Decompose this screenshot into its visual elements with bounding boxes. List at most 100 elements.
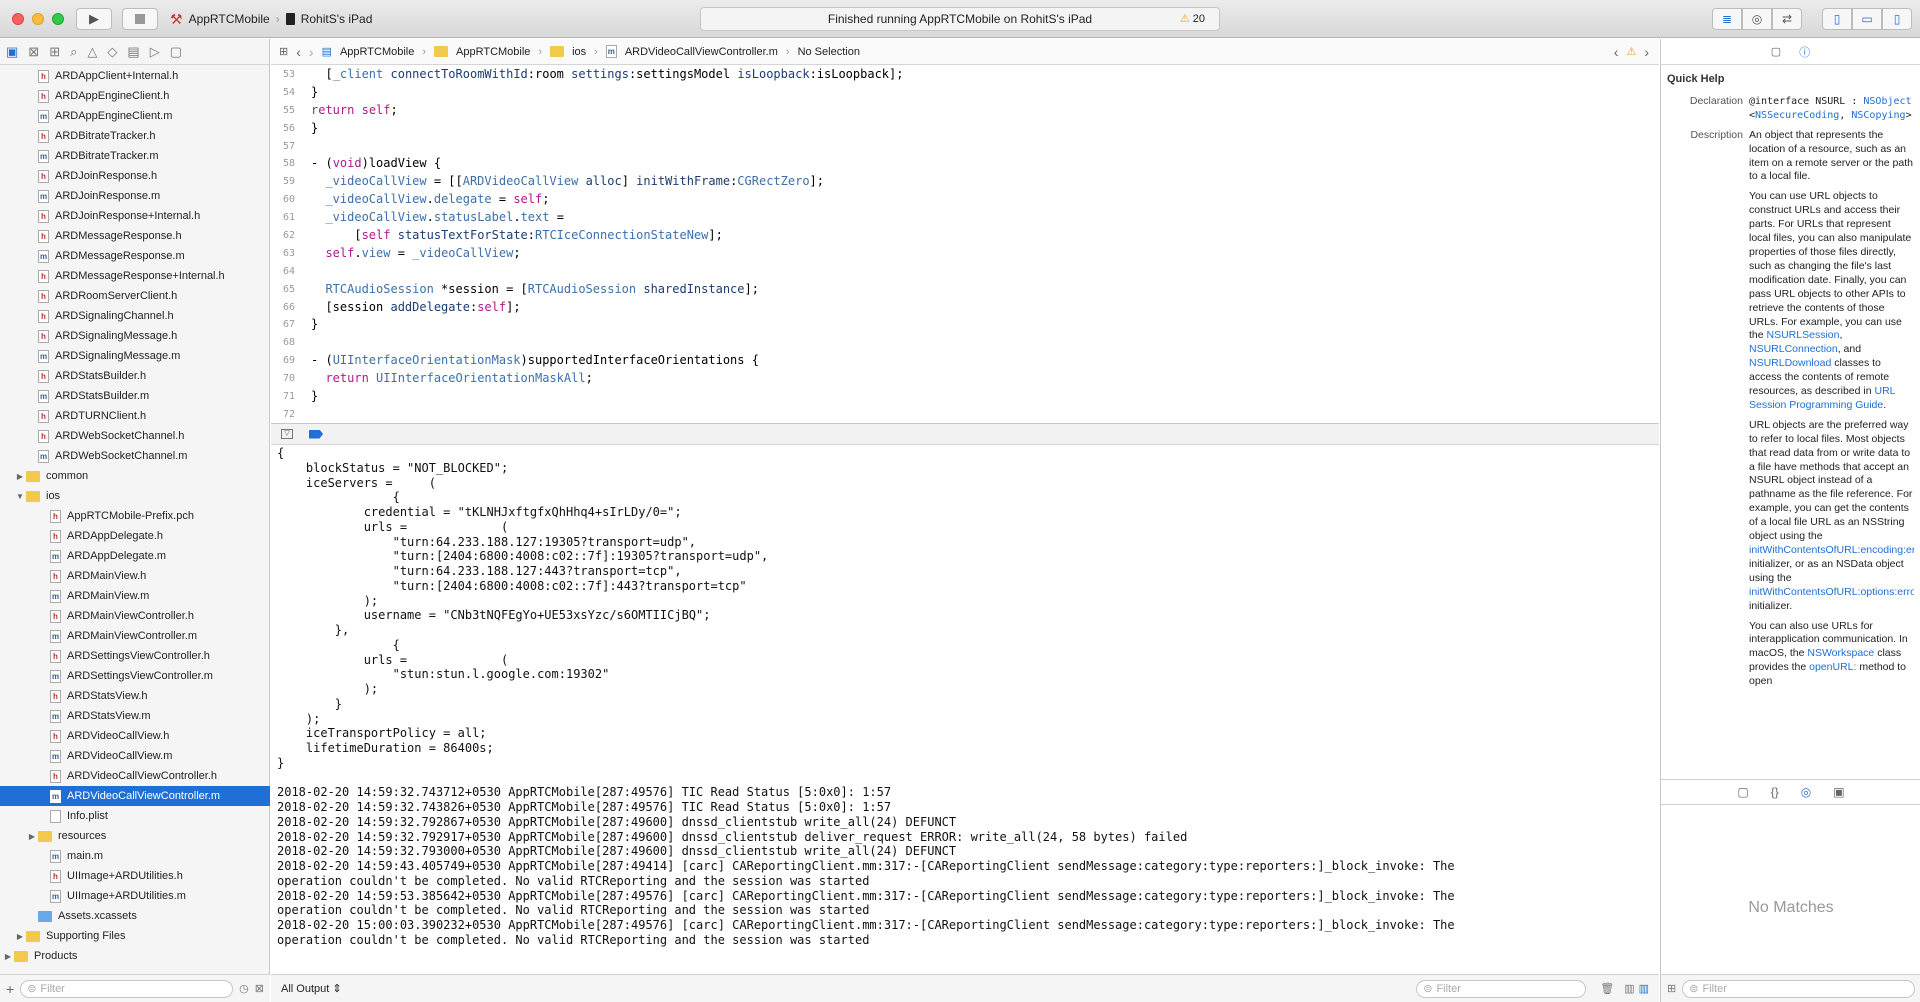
scheme-selector[interactable]: ⚒ AppRTCMobile › RohitS's iPad <box>170 9 372 29</box>
file-item[interactable]: m ARDMessageResponse.m <box>0 246 270 266</box>
output-selector[interactable]: All Output ⇕ <box>281 982 342 995</box>
line-number[interactable]: 64 <box>271 263 303 281</box>
code-snippet-icon[interactable]: {} <box>1771 785 1779 799</box>
related-items-icon[interactable]: ⊞ <box>279 45 288 58</box>
line-number[interactable]: 71 <box>271 388 303 406</box>
close-window-button[interactable] <box>12 13 24 25</box>
navigator-filter-field[interactable]: ⊜ Filter <box>20 979 234 998</box>
line-number[interactable]: 57 <box>271 138 303 156</box>
line-number[interactable]: 63 <box>271 245 303 263</box>
file-item[interactable]: m ARDVideoCallViewController.m <box>0 786 270 806</box>
code-line[interactable]: 58 - (void)loadView { <box>271 155 1659 173</box>
source-control-icon[interactable]: ⊠ <box>28 44 39 60</box>
search-icon[interactable]: ⌕ <box>70 44 77 60</box>
split-right-icon[interactable]: ▥ <box>1639 982 1649 995</box>
file-item[interactable]: m ARDStatsView.m <box>0 706 270 726</box>
file-item[interactable]: m ARDWebSocketChannel.m <box>0 446 270 466</box>
next-issue-icon[interactable]: › <box>1644 44 1659 60</box>
debug-area-toggle-icon[interactable]: ▭ <box>1852 8 1882 30</box>
file-item[interactable]: h ARDWebSocketChannel.h <box>0 426 270 446</box>
code-line[interactable]: 54} <box>271 84 1659 102</box>
code-line[interactable]: 56} <box>271 120 1659 138</box>
code-line[interactable]: 71} <box>271 388 1659 406</box>
line-number[interactable]: 61 <box>271 209 303 227</box>
disclosure-open-icon[interactable]: ▼ <box>14 492 26 501</box>
file-item[interactable]: h ARDStatsView.h <box>0 686 270 706</box>
breadcrumb-selection[interactable]: No Selection <box>798 46 860 58</box>
breakpoint-icon[interactable]: ▷ <box>150 44 160 60</box>
file-item[interactable]: h ARDAppDelegate.h <box>0 526 270 546</box>
line-number[interactable]: 66 <box>271 299 303 317</box>
file-item[interactable]: m main.m <box>0 846 270 866</box>
line-number[interactable]: 67 <box>271 316 303 334</box>
file-item[interactable]: m ARDAppDelegate.m <box>0 546 270 566</box>
file-item[interactable]: h ARDMessageResponse.h <box>0 226 270 246</box>
file-item[interactable]: h ARDMainView.h <box>0 566 270 586</box>
line-number[interactable]: 65 <box>271 281 303 299</box>
file-item[interactable]: h ARDJoinResponse.h <box>0 166 270 186</box>
file-item[interactable]: h ARDVideoCallView.h <box>0 726 270 746</box>
test-icon[interactable]: ◇ <box>107 44 117 60</box>
code-line[interactable]: 72 <box>271 406 1659 422</box>
file-item[interactable]: h ARDTURNClient.h <box>0 406 270 426</box>
disclosure-closed-icon[interactable]: ▶ <box>14 472 26 481</box>
file-item[interactable]: h ARDSettingsViewController.h <box>0 646 270 666</box>
breadcrumb-folder[interactable]: ios <box>572 46 586 58</box>
back-icon[interactable]: ‹ <box>296 44 301 60</box>
code-line[interactable]: 53 [_client connectToRoomWithId:room set… <box>271 66 1659 84</box>
code-line[interactable]: 68 <box>271 334 1659 352</box>
code-line[interactable]: 70 return UIInterfaceOrientationMaskAll; <box>271 370 1659 388</box>
zoom-window-button[interactable] <box>52 13 64 25</box>
hide-debug-area-icon[interactable]: ▽ <box>281 429 293 439</box>
line-number[interactable]: 60 <box>271 191 303 209</box>
breadcrumb-group[interactable]: AppRTCMobile <box>456 46 530 58</box>
folder-item[interactable]: ▼ ios <box>0 486 270 506</box>
console-filter-field[interactable]: ⊜ Filter <box>1416 979 1587 998</box>
file-item[interactable]: h ARDStatsBuilder.h <box>0 366 270 386</box>
breadcrumb-file[interactable]: ARDVideoCallViewController.m <box>625 46 778 58</box>
file-item[interactable]: h ARDBitrateTracker.h <box>0 126 270 146</box>
run-button[interactable]: ▶ <box>76 8 112 30</box>
console-output[interactable]: { blockStatus = "NOT_BLOCKED"; iceServer… <box>271 446 1659 974</box>
issue-icon[interactable]: △ <box>87 44 97 60</box>
previous-issue-icon[interactable]: ‹ <box>1614 44 1619 60</box>
library-filter-field[interactable]: ⊜ Filter <box>1682 979 1915 998</box>
inspector-toggle-icon[interactable]: ▯ <box>1882 8 1912 30</box>
file-item[interactable]: m ARDSignalingMessage.m <box>0 346 270 366</box>
line-number[interactable]: 59 <box>271 173 303 191</box>
breakpoints-toggle-icon[interactable] <box>309 429 323 439</box>
standard-editor-icon[interactable]: ≣ <box>1712 8 1742 30</box>
code-line[interactable]: 65 RTCAudioSession *session = [RTCAudioS… <box>271 281 1659 299</box>
file-item[interactable]: h ARDSignalingMessage.h <box>0 326 270 346</box>
disclosure-closed-icon[interactable]: ▶ <box>2 952 14 961</box>
code-line[interactable]: 55 return self; <box>271 102 1659 120</box>
forward-icon[interactable]: › <box>309 44 314 60</box>
code-line[interactable]: 57 <box>271 138 1659 156</box>
file-item[interactable]: h UIImage+ARDUtilities.h <box>0 866 270 886</box>
recent-icon[interactable]: ◷ <box>239 982 249 995</box>
file-item[interactable]: h ARDSignalingChannel.h <box>0 306 270 326</box>
file-item[interactable]: m ARDMainView.m <box>0 586 270 606</box>
file-item[interactable]: m ARDJoinResponse.m <box>0 186 270 206</box>
folder-item[interactable]: ▶ common <box>0 466 270 486</box>
disclosure-closed-icon[interactable]: ▶ <box>26 832 38 841</box>
code-line[interactable]: 66 [session addDelegate:self]; <box>271 299 1659 317</box>
file-item[interactable]: h ARDVideoCallViewController.h <box>0 766 270 786</box>
grid-view-icon[interactable]: ⊞ <box>1667 982 1676 995</box>
file-item[interactable]: m ARDAppEngineClient.m <box>0 106 270 126</box>
file-item[interactable]: m ARDBitrateTracker.m <box>0 146 270 166</box>
debug-icon[interactable]: ▤ <box>127 44 139 60</box>
file-item[interactable]: h ARDMessageResponse+Internal.h <box>0 266 270 286</box>
file-template-icon[interactable]: ▢ <box>1737 785 1748 799</box>
warning-icon[interactable]: ⚠ <box>1626 45 1636 58</box>
breadcrumb-project[interactable]: AppRTCMobile <box>340 46 414 58</box>
code-line[interactable]: 63 self.view = _videoCallView; <box>271 245 1659 263</box>
folder-icon[interactable]: ▣ <box>6 44 18 60</box>
disclosure-closed-icon[interactable]: ▶ <box>14 932 26 941</box>
file-item[interactable]: m UIImage+ARDUtilities.m <box>0 886 270 906</box>
navigator-toggle-icon[interactable]: ▯ <box>1822 8 1852 30</box>
folder-item[interactable]: ▶ Supporting Files <box>0 926 270 946</box>
source-editor[interactable]: 53 [_client connectToRoomWithId:room set… <box>271 66 1659 422</box>
code-line[interactable]: 64 <box>271 263 1659 281</box>
split-left-icon[interactable]: ▥ <box>1624 982 1634 995</box>
